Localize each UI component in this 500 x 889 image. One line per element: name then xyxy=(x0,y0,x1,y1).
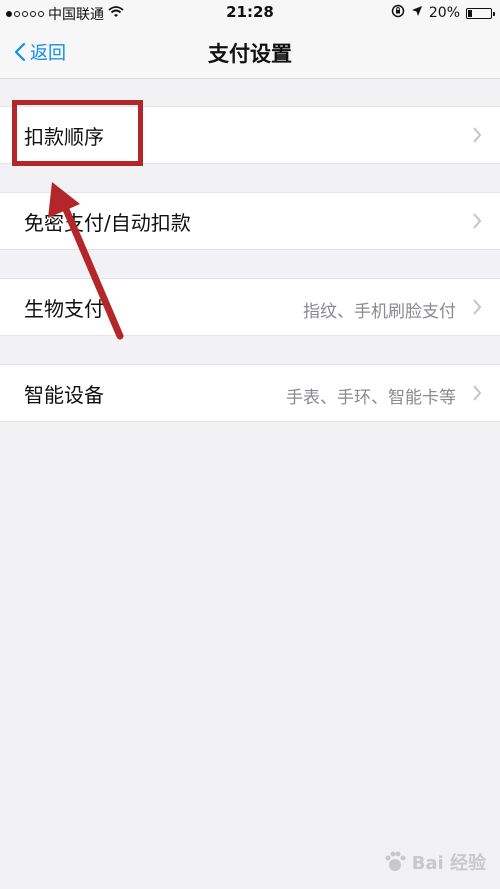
chevron-right-icon xyxy=(473,299,482,315)
chevron-right-icon xyxy=(473,127,482,143)
battery-percent: 20% xyxy=(428,5,460,21)
battery-level xyxy=(468,9,472,17)
item-detail: 手表、手环、智能卡等 xyxy=(286,388,456,408)
item-detail: 指纹、手机刷脸支付 xyxy=(303,302,456,322)
navigation-bar: 返回 支付设置 xyxy=(0,26,500,79)
battery-icon xyxy=(466,7,495,19)
page-title: 支付设置 xyxy=(208,42,292,66)
item-label: 免密支付/自动扣款 xyxy=(24,211,191,235)
paw-logo-icon xyxy=(385,851,406,871)
annotation-highlight-box xyxy=(12,100,143,166)
status-right: 20% xyxy=(391,4,495,22)
watermark-text: Bai 经验 xyxy=(411,853,486,874)
baidu-watermark: Bai 经验 xyxy=(382,849,486,875)
chevron-right-icon xyxy=(473,385,482,401)
settings-item-biometric-payment[interactable]: 生物支付 指纹、手机刷脸支付 xyxy=(0,278,500,336)
item-label: 生物支付 xyxy=(24,297,104,321)
chevron-right-icon xyxy=(473,213,482,229)
location-icon xyxy=(411,5,423,21)
orientation-lock-icon xyxy=(391,4,405,22)
settings-item-smart-devices[interactable]: 智能设备 手表、手环、智能卡等 xyxy=(0,364,500,422)
settings-item-password-free-payment[interactable]: 免密支付/自动扣款 xyxy=(0,192,500,250)
status-bar: 中国联通 21:28 20% xyxy=(0,0,500,26)
item-label: 智能设备 xyxy=(24,383,104,407)
